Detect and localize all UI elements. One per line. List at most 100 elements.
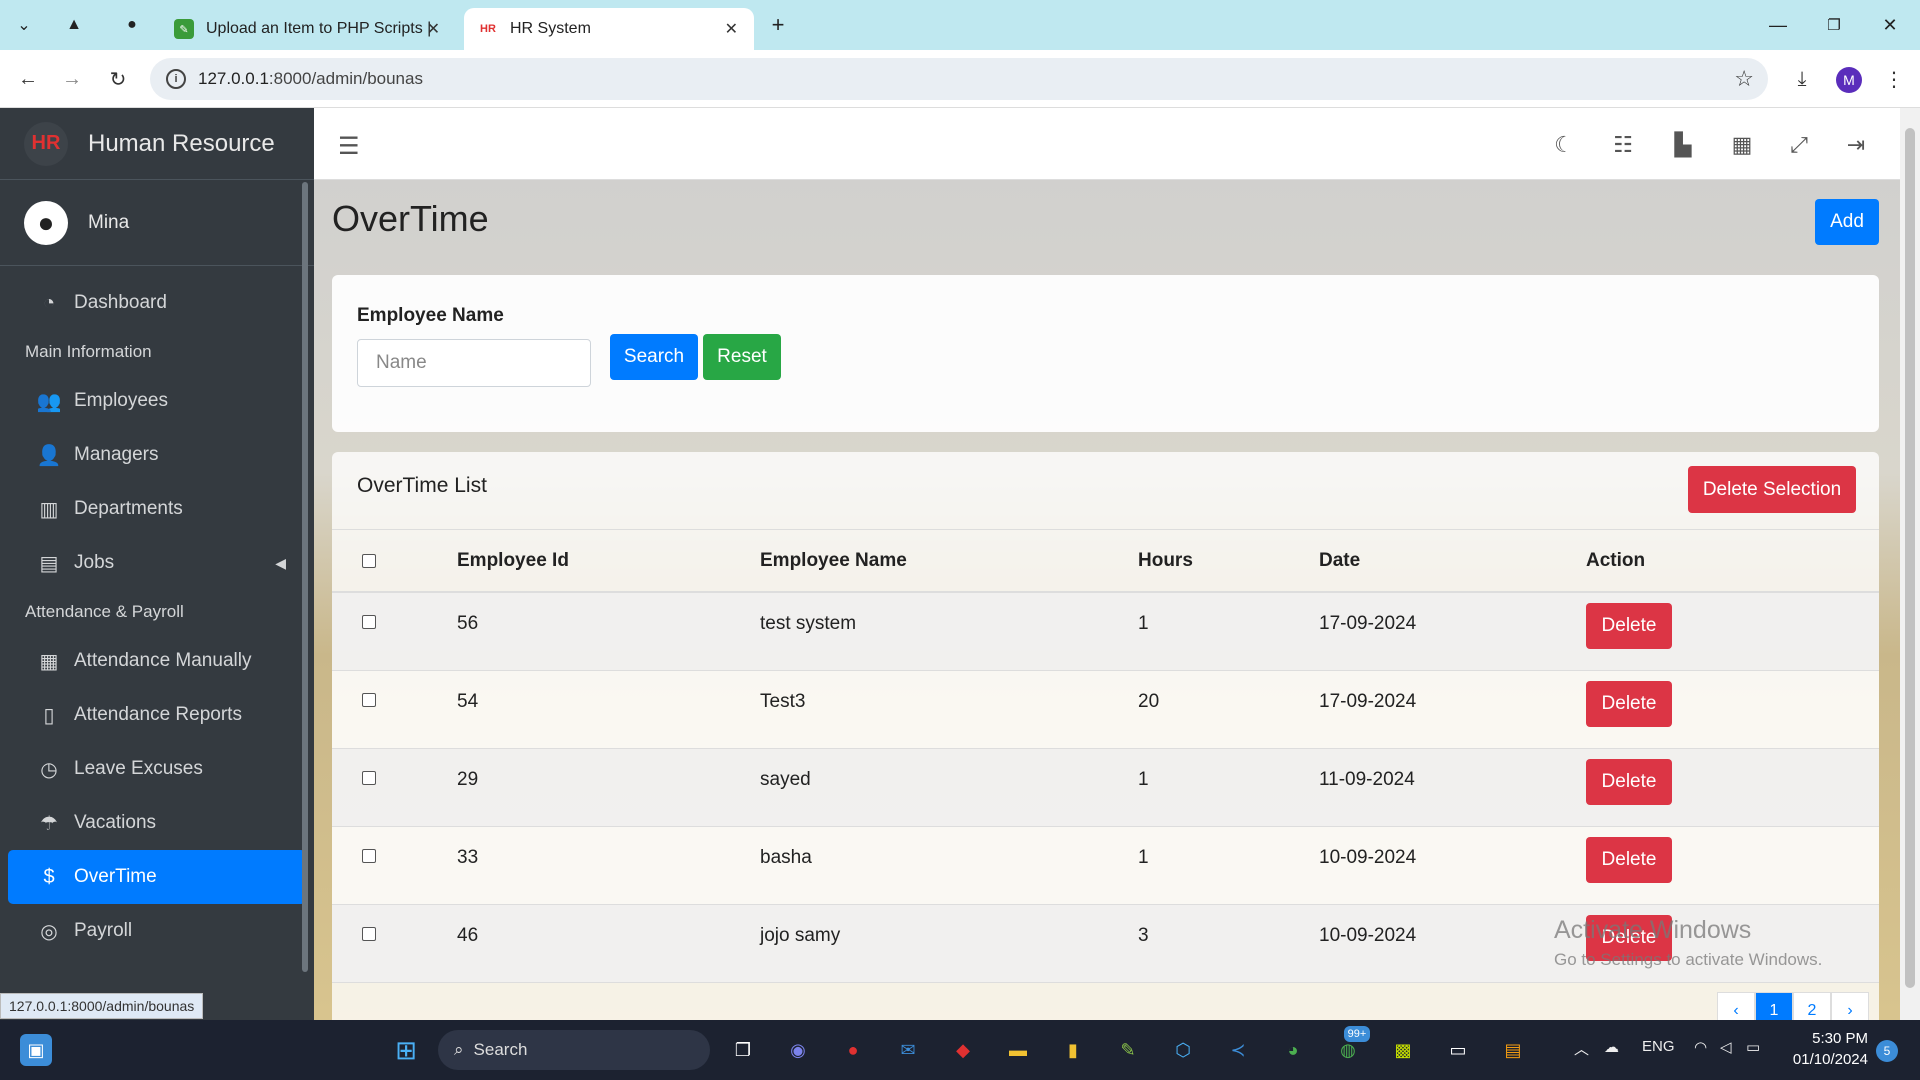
date-cell: 10-09-2024 [1319,904,1586,983]
calendar-icon[interactable]: ▦ [1725,128,1759,162]
anydesk-icon[interactable]: ◆ [947,1034,979,1066]
pagination-prev[interactable]: ‹ [1717,992,1755,1020]
sidebar-scrollbar[interactable] [302,182,308,972]
sidebar-item-attendance-manually[interactable]: ▦ Attendance Manually [8,634,306,688]
overtime-table: Employee Id Employee Name Hours Date Act… [332,530,1879,983]
notification-badge[interactable]: 5 [1876,1040,1898,1062]
column-header[interactable]: Employee Name [760,530,1138,593]
row-checkbox[interactable] [362,692,376,707]
github-pinned-tab-icon[interactable]: ● [116,9,148,41]
fullscreen-icon[interactable]: ⤢ [1782,128,1816,162]
browser-menu-icon[interactable]: ⋮ [1878,63,1910,95]
mail-icon[interactable]: ✉ [892,1034,924,1066]
terminal-icon[interactable]: ▭ [1442,1034,1474,1066]
delete-button[interactable]: Delete [1586,603,1672,649]
battery-icon[interactable]: ▭ [1746,1038,1760,1056]
app-icon[interactable]: ✎ [1112,1034,1144,1066]
wifi-icon[interactable]: ◠ [1694,1038,1707,1056]
search-button[interactable]: Search [610,334,698,380]
tab-search-chevron-icon[interactable]: ⌄ [8,9,40,41]
reset-button[interactable]: Reset [703,334,781,380]
taskbar-search[interactable]: ⌕ Search [438,1030,710,1070]
restore-icon[interactable]: ❐ [1814,10,1854,40]
chrome-icon[interactable]: ◕ [1277,1034,1309,1066]
hamburger-menu-icon[interactable]: ☰ [338,132,360,161]
site-info-icon[interactable]: i [166,69,186,89]
row-checkbox[interactable] [362,926,376,941]
page-scrollbar[interactable] [1900,108,1920,1020]
clock[interactable]: 5:30 PM 01/10/2024 [1784,1028,1868,1070]
vscode-icon[interactable]: ≺ [1222,1034,1254,1066]
close-tab-icon[interactable]: ✕ [427,19,440,39]
brand-text: Human Resource [88,129,275,157]
sidebar: HR Human Resource ● Mina ◔ Dashboard Main… [0,108,314,1020]
sidebar-item-managers[interactable]: 👤 Managers [8,428,306,482]
winrar-icon[interactable]: ▤ [1497,1034,1529,1066]
address-bar[interactable]: i 127.0.0.1:8000/admin/bounas ☆ [150,58,1768,100]
forward-icon[interactable]: → [56,63,88,95]
row-checkbox[interactable] [362,615,376,629]
virtualbox-icon[interactable]: ⬡ [1167,1034,1199,1066]
employee-name-input[interactable]: Name [357,339,591,387]
close-tab-icon[interactable]: ✕ [725,19,738,39]
file-explorer-icon[interactable]: ▬ [1002,1034,1034,1066]
start-windows-icon[interactable]: ⊞ [390,1034,422,1066]
clock-time: 5:30 PM [1812,1030,1868,1047]
delete-button[interactable]: Delete [1586,758,1672,805]
reload-icon[interactable]: ↻ [102,63,134,95]
tab-hr-system[interactable]: HR HR System ✕ [464,8,754,50]
power-bi-icon[interactable]: ▮ [1057,1034,1089,1066]
row-checkbox[interactable] [362,848,376,863]
column-header[interactable]: Employee Id [457,530,760,593]
column-header[interactable]: Date [1319,530,1586,593]
teams-icon[interactable]: ◉ [782,1034,814,1066]
pagination-page[interactable]: 2 [1793,992,1831,1020]
widgets-icon[interactable]: ▣ [20,1034,52,1066]
profile-avatar[interactable]: M [1836,67,1862,93]
brand-link[interactable]: HR Human Resource [0,108,314,180]
sidebar-item-departments[interactable]: ▥ Departments [8,482,306,536]
language-indicator[interactable]: ENG [1642,1038,1675,1055]
scrollbar-thumb[interactable] [1905,128,1915,988]
chart-icon[interactable]: ▙ [1666,128,1700,162]
pycharm-icon[interactable]: ▩ [1387,1034,1419,1066]
sidebar-item-leave-excuses[interactable]: ◷ Leave Excuses [8,742,306,796]
delete-selection-button[interactable]: Delete Selection [1688,466,1856,513]
user-panel[interactable]: ● Mina [0,180,314,266]
sidebar-item-vacations[interactable]: ☂ Vacations [8,796,306,850]
hours-cell: 1 [1138,748,1319,827]
logout-icon[interactable]: ⇥ [1839,128,1873,162]
sidebar-item-payroll[interactable]: ◎ Payroll [8,904,306,958]
task-list-icon[interactable]: ☷ [1606,128,1640,162]
record-icon[interactable]: ● [837,1034,869,1066]
sidebar-item-jobs[interactable]: ▤ Jobs ◀ [8,536,306,590]
employee-name-cell: sayed [760,748,1138,827]
download-icon[interactable]: ⤓ [1786,63,1818,95]
delete-button[interactable]: Delete [1586,680,1672,727]
row-checkbox[interactable] [362,770,376,785]
back-icon[interactable]: ← [12,63,44,95]
pagination-page[interactable]: 1 [1755,992,1793,1020]
onedrive-icon[interactable]: ☁ [1604,1038,1619,1056]
bookmark-star-icon[interactable]: ☆ [1734,66,1754,92]
page-title: OverTime [332,198,489,239]
column-header[interactable]: Hours [1138,530,1319,593]
sidebar-item-attendance-reports[interactable]: ▯ Attendance Reports [8,688,306,742]
sidebar-item-overtime[interactable]: $ OverTime [8,850,306,904]
sidebar-item-dashboard[interactable]: ◔ Dashboard [8,276,306,330]
new-tab-icon[interactable]: + [762,9,794,41]
tab-upload-item[interactable]: ✎ Upload an Item to PHP Scripts | ✕ [160,8,456,50]
minimize-icon[interactable]: — [1758,10,1798,40]
task-view-icon[interactable]: ❐ [727,1034,759,1066]
sidebar-item-employees[interactable]: 👥 Employees [8,374,306,428]
envato-favicon-icon: ✎ [174,19,194,39]
volume-icon[interactable]: ◁ [1720,1038,1732,1056]
select-all-checkbox[interactable] [362,554,376,568]
pinned-tab-icon[interactable]: ▲ [58,9,90,41]
pagination-next[interactable]: › [1831,992,1869,1020]
add-button[interactable]: Add [1815,199,1879,245]
tray-chevron-icon[interactable]: ︿ [1574,1038,1589,1059]
close-window-icon[interactable]: ✕ [1870,10,1910,40]
delete-button[interactable]: Delete [1586,836,1672,883]
dark-mode-moon-icon[interactable]: ☾ [1547,128,1581,162]
